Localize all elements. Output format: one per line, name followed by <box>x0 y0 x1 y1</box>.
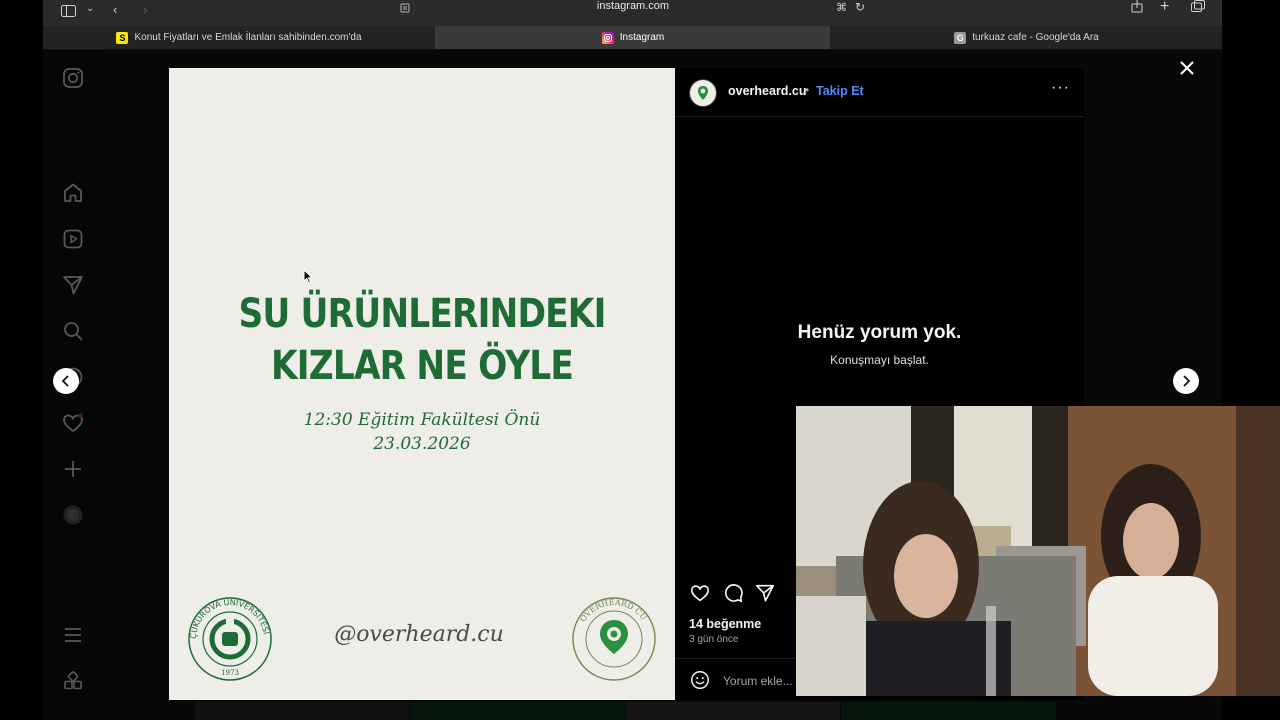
seal-year: 1973 <box>221 669 239 677</box>
sidebar-toggle-icon[interactable] <box>61 5 76 17</box>
reload-icon[interactable]: ↻ <box>855 0 865 14</box>
like-count[interactable]: 14 beğenme <box>689 617 761 631</box>
tab-sahibinden[interactable]: S Konut Fiyatları ve Emlak İlanları sahi… <box>43 26 435 49</box>
instagram-favicon-icon <box>601 31 614 44</box>
next-post-button[interactable] <box>1173 368 1199 394</box>
author-username[interactable]: overheard.cu <box>728 84 807 98</box>
chevron-down-icon[interactable]: ⌄ <box>86 3 94 14</box>
tab-label: Instagram <box>619 32 665 43</box>
new-tab-icon[interactable]: + <box>1160 0 1169 16</box>
author-avatar[interactable] <box>689 79 717 107</box>
overheard-seal: OVERHEARD CU <box>571 596 657 682</box>
comment-icon[interactable] <box>722 582 744 604</box>
tab-instagram[interactable]: Instagram <box>435 26 830 49</box>
translate-icon[interactable]: ⌘ <box>836 1 847 14</box>
post-headline: SU ÜRÜNLERINDEKI KIZLAR NE ÖYLE <box>204 288 639 392</box>
previous-post-button[interactable] <box>53 368 79 394</box>
more-options-icon[interactable]: ··· <box>1051 79 1070 97</box>
google-favicon-icon: G <box>954 31 967 44</box>
close-icon[interactable] <box>1179 60 1195 76</box>
headline-line: KIZLAR NE ÖYLE <box>271 343 574 389</box>
emoji-icon[interactable] <box>689 669 711 691</box>
chevron-right-icon <box>1183 375 1191 387</box>
tab-label: Konut Fiyatları ve Emlak İlanları sahibi… <box>134 32 362 43</box>
post-handle: @overheard.cu <box>334 622 504 647</box>
back-icon[interactable]: ‹ <box>113 2 117 17</box>
cukurova-university-seal: ÇUKUROVA ÜNİVERSİTESİ 1973 <box>187 596 273 682</box>
tab-google-search[interactable]: G turkuaz cafe - Google'da Ara <box>829 26 1222 49</box>
address-bar[interactable]: instagram.com <box>483 0 783 12</box>
post-location-time: 12:30 Eğitim Fakültesi Önü <box>303 410 541 430</box>
tab-overview-icon[interactable] <box>1191 0 1205 12</box>
post-timestamp: 3 gün önce <box>689 634 739 645</box>
tab-strip: S Konut Fiyatları ve Emlak İlanları sahi… <box>43 26 1222 50</box>
post-actions <box>689 582 809 606</box>
follow-button[interactable]: Takip Et <box>816 84 864 98</box>
post-header: overheard.cu • Takip Et ··· <box>675 68 1084 117</box>
forward-icon[interactable]: › <box>143 2 147 17</box>
chevron-left-icon <box>61 375 69 387</box>
post-date: 23.03.2026 <box>373 434 471 454</box>
separator-dot: • <box>805 83 810 97</box>
sahibinden-favicon-icon: S <box>116 31 129 44</box>
no-comments-title: Henüz yorum yok. <box>797 322 962 343</box>
headline-line: SU ÜRÜNLERINDEKI <box>238 291 606 337</box>
reader-icon[interactable] <box>400 3 410 13</box>
share-icon[interactable] <box>1131 0 1143 13</box>
share-send-icon[interactable] <box>754 582 776 604</box>
webcam-video <box>796 406 1280 696</box>
browser-toolbar: ⌄ ‹ › instagram.com ⌘ ↻ + <box>43 0 1222 26</box>
like-heart-icon[interactable] <box>689 582 711 604</box>
no-comments-subtitle: Konuşmayı başlat. <box>830 353 929 367</box>
tab-label: turkuaz cafe - Google'da Ara <box>972 32 1099 43</box>
mouse-cursor-icon <box>303 269 313 284</box>
post-image: SU ÜRÜNLERINDEKI KIZLAR NE ÖYLE 12:30 Eğ… <box>169 68 675 700</box>
